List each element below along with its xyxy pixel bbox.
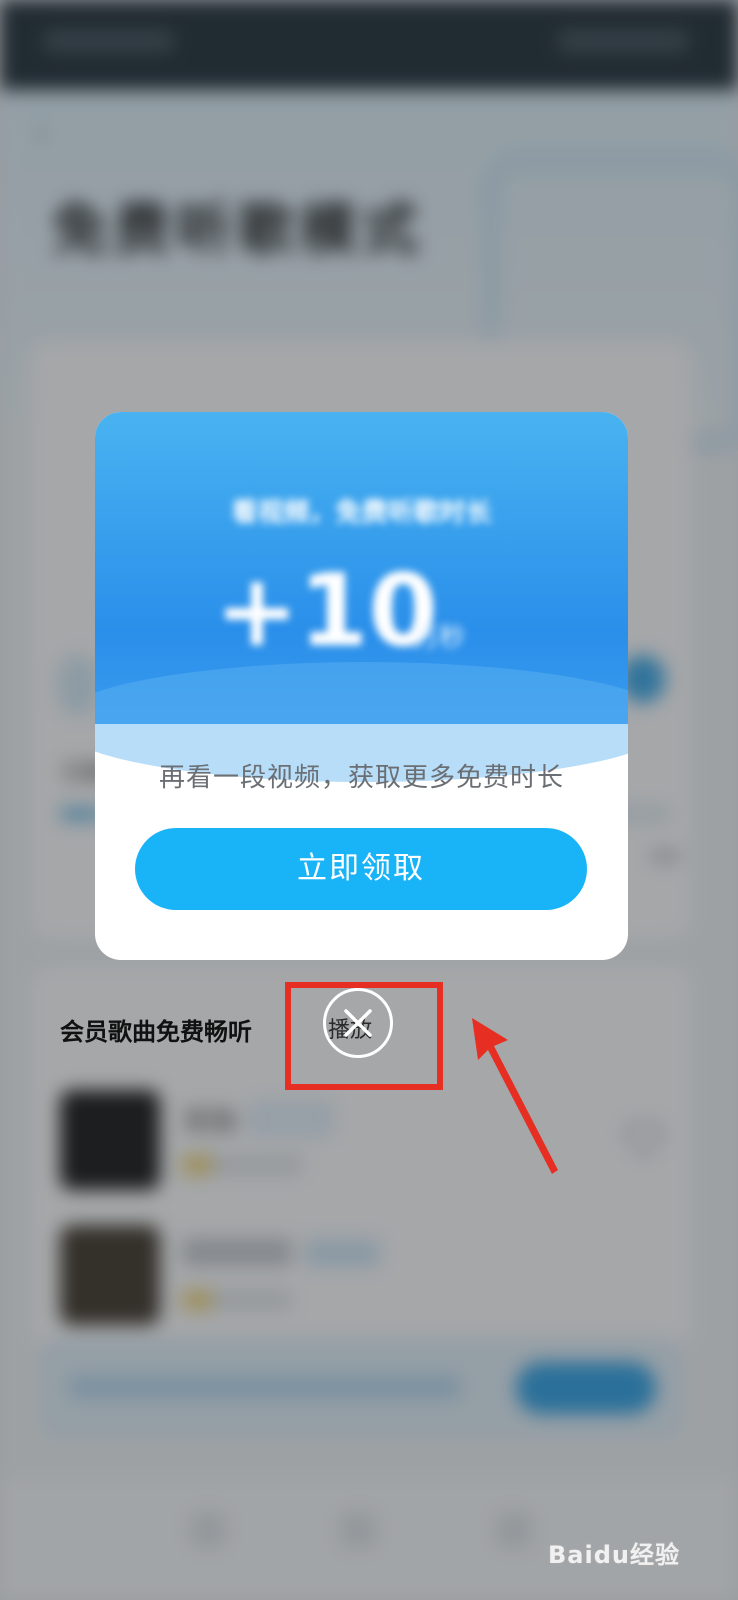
reward-description: 看视频，免费听歌时长 <box>231 498 492 528</box>
arrow-icon <box>472 1018 558 1174</box>
annotation-highlight-box <box>285 982 443 1090</box>
reward-header: 看视频，免费听歌时长 +10 万秒 <box>95 412 628 782</box>
reward-dialog: 看视频，免费听歌时长 +10 万秒 再看一段视频，获取更多免费时长 立即领取 <box>95 412 628 960</box>
reward-amount: +10 <box>215 552 438 669</box>
claim-button[interactable]: 立即领取 <box>135 828 587 910</box>
dialog-message: 再看一段视频，获取更多免费时长 <box>158 763 564 793</box>
watermark: Baidu经验 <box>548 1541 680 1569</box>
reward-unit: 万秒 <box>413 623 466 653</box>
section-title: 会员歌曲免费畅听 <box>60 1018 252 1046</box>
